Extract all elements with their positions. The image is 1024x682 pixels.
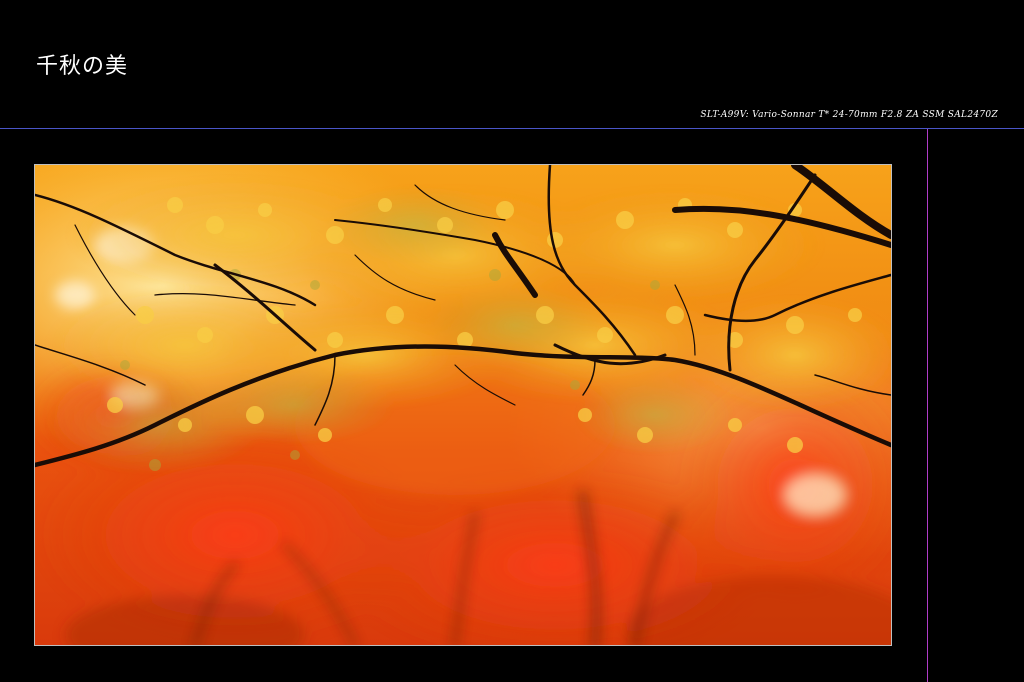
vertical-rule	[927, 129, 928, 682]
camera-caption: SLT-A99V: Vario-Sonnar T* 24-70mm F2.8 Z…	[700, 110, 998, 120]
maple-photo-artwork	[35, 165, 891, 645]
maple-photo	[34, 164, 892, 646]
horizontal-rule	[0, 128, 1024, 129]
page-title: 千秋の美	[36, 54, 129, 79]
